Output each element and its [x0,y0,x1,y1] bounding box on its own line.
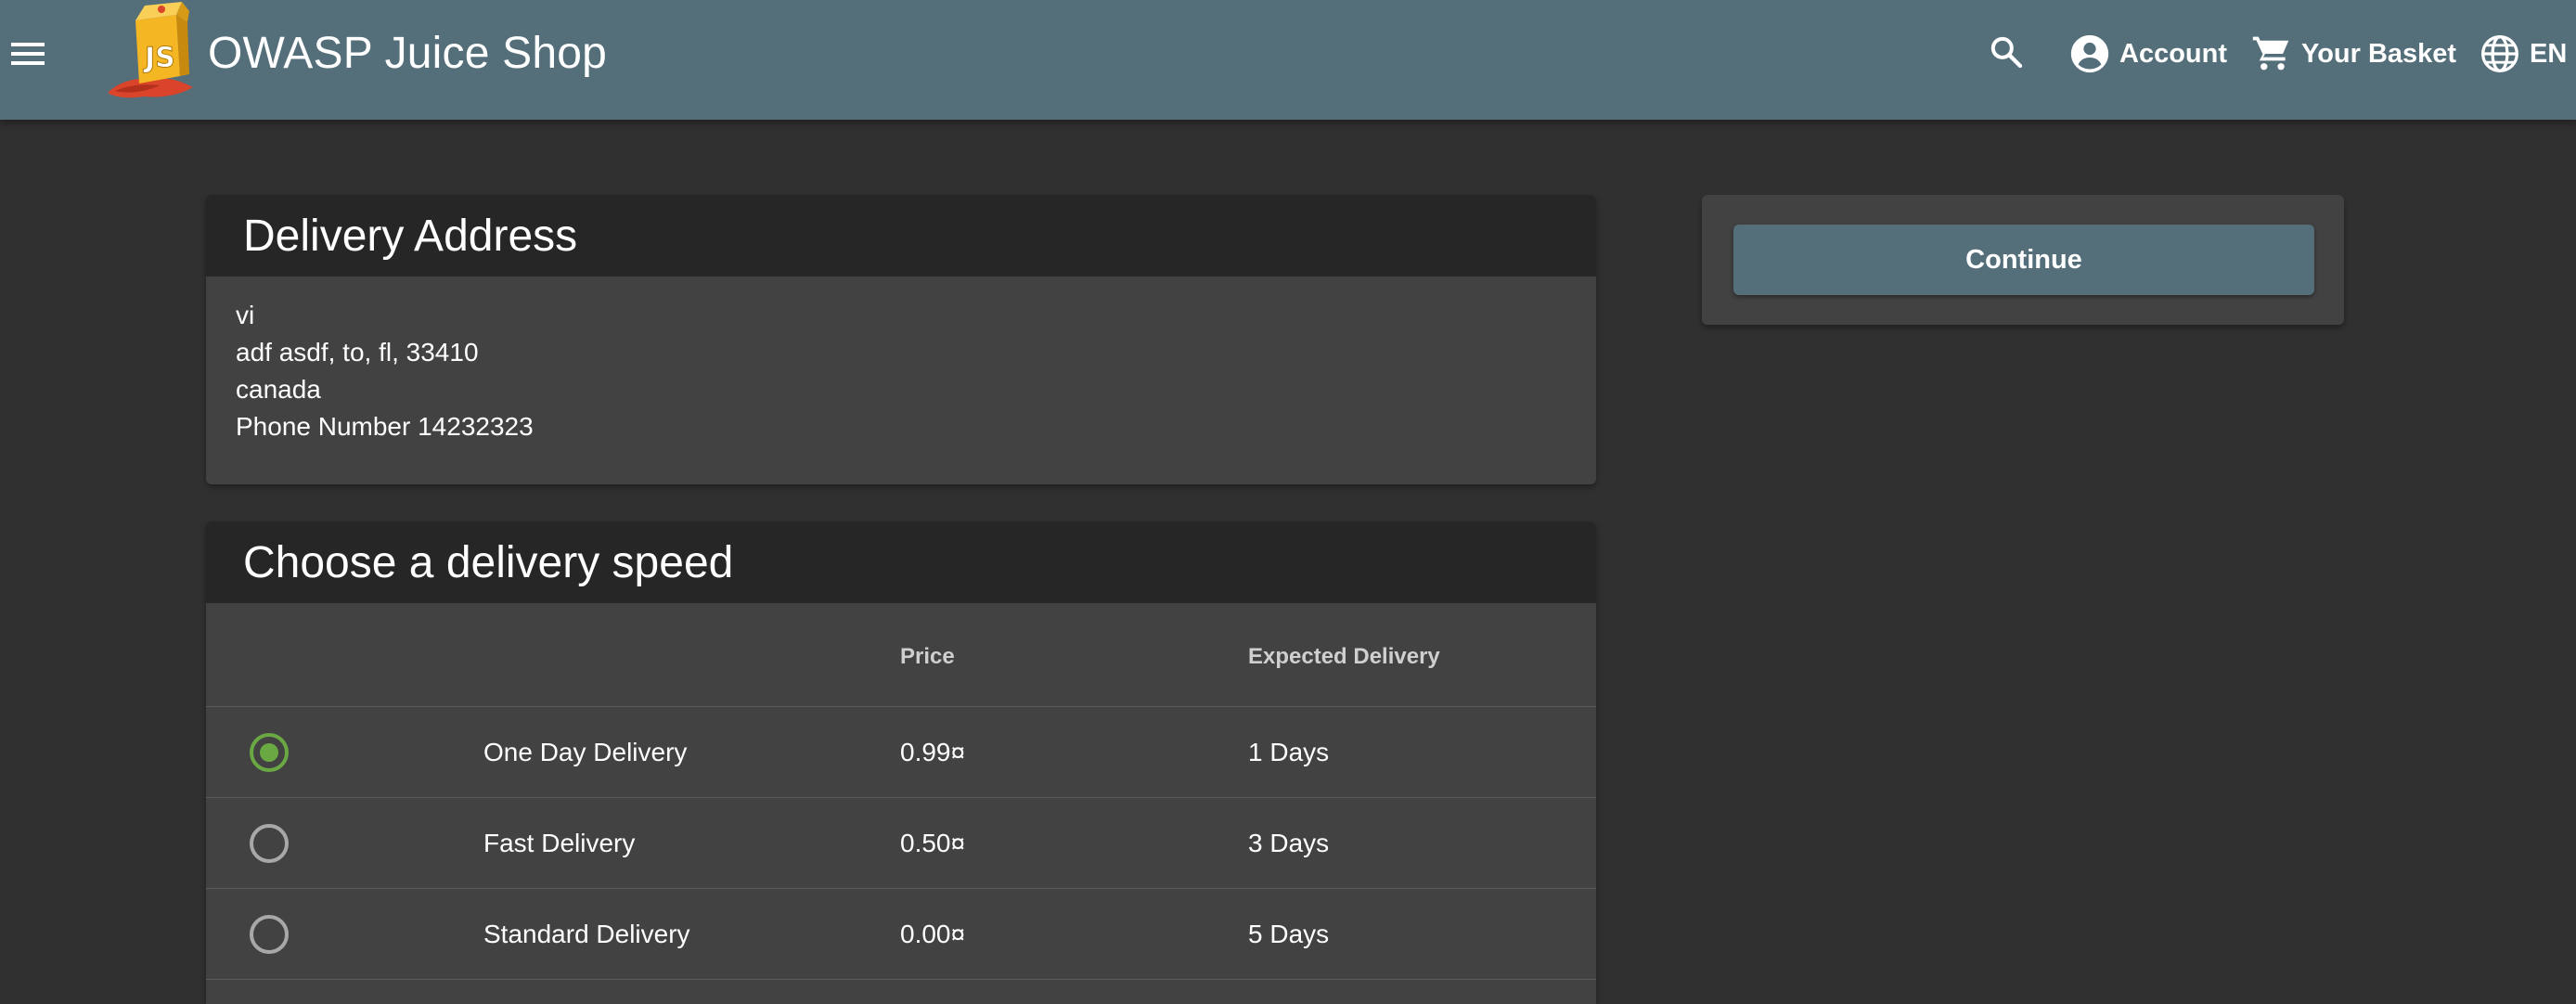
search-icon [1990,36,2023,69]
delivery-option-name: Standard Delivery [483,920,690,948]
delivery-option-row[interactable]: Standard Delivery 0.00¤ 5 Days [206,889,1596,980]
delivery-option-radio[interactable] [250,733,289,772]
top-toolbar: JS OWASP Juice Shop Account Your Basket [0,0,2576,120]
menu-icon [11,43,45,65]
delivery-address-title: Delivery Address [206,195,1596,277]
address-name: vi [236,301,255,329]
delivery-option-price: 0.00¤ [900,920,966,948]
juice-shop-logo[interactable]: JS [102,2,199,100]
globe-icon [2481,35,2518,72]
delivery-option-name: One Day Delivery [483,738,688,766]
delivery-table-header: Price Expected Delivery [206,603,1596,707]
basket-label: Your Basket [2301,38,2457,69]
delivery-option-eta: 3 Days [1248,829,1330,857]
delivery-option-name: Fast Delivery [483,829,636,857]
svg-text:JS: JS [143,42,175,74]
delivery-option-row[interactable]: Fast Delivery 0.50¤ 3 Days [206,798,1596,889]
delivery-option-radio[interactable] [250,915,289,954]
address-phone: Phone Number 14232323 [236,412,534,441]
delivery-option-radio[interactable] [250,824,289,863]
language-label: EN [2530,38,2568,69]
account-button[interactable]: Account [2069,28,2227,80]
expected-delivery-column-header: Expected Delivery [1248,644,1440,669]
address-street: adf asdf, to, fl, 33410 [236,338,479,367]
language-button[interactable]: EN [2479,28,2567,80]
address-country: canada [236,375,321,404]
delivery-option-price: 0.99¤ [900,738,966,766]
delivery-speed-title: Choose a delivery speed [206,521,1596,603]
app-title[interactable]: OWASP Juice Shop [208,26,607,82]
address-details: vi adf asdf, to, fl, 33410 canada Phone … [206,277,1596,445]
account-label: Account [2119,38,2227,69]
delivery-option-eta: 1 Days [1248,738,1330,766]
delivery-speed-card: Choose a delivery speed Price Expected D… [206,521,1596,1004]
delivery-address-card: Delivery Address vi adf asdf, to, fl, 33… [206,195,1596,484]
continue-card: Continue [1702,195,2344,325]
delivery-option-eta: 5 Days [1248,920,1330,948]
price-column-header: Price [900,644,955,669]
account-circle-icon [2070,34,2109,73]
continue-button[interactable]: Continue [1733,225,2314,295]
menu-button[interactable] [7,26,48,82]
basket-button[interactable]: Your Basket [2251,28,2456,80]
delivery-option-row[interactable]: One Day Delivery 0.99¤ 1 Days [206,707,1596,798]
search-button[interactable] [1982,28,2030,76]
delivery-option-price: 0.50¤ [900,829,966,857]
shopping-cart-icon [2252,36,2289,71]
